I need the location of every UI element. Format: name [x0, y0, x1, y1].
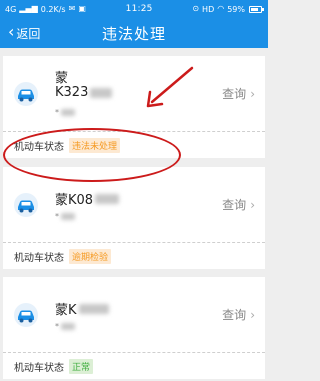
chevron-right-icon: ›: [250, 197, 255, 212]
chevron-right-icon: ›: [250, 86, 255, 101]
query-button[interactable]: 查询 ›: [222, 277, 255, 352]
car-icon: [14, 193, 38, 217]
status-label: 机动车状态: [14, 362, 64, 374]
owner-name: *: [55, 212, 75, 221]
vehicle-card-header[interactable]: 蒙K * 查询 ›: [3, 277, 265, 352]
query-label: 查询: [222, 308, 247, 322]
plate-redacted: [78, 303, 109, 314]
vehicle-status-row: 机动车状态 逾期检验: [3, 242, 265, 269]
vehicle-card: 蒙K08 * 查询 › 机动车状态 逾期检验: [3, 167, 265, 269]
battery-icon: [249, 5, 264, 13]
plate-number-line1: 蒙K08: [55, 189, 120, 208]
owner-prefix: *: [55, 212, 59, 221]
owner-redacted: [61, 109, 75, 116]
chevron-left-icon: ‹: [8, 22, 15, 41]
plate-number-visible: K323: [55, 85, 89, 100]
plate-number-line1: 蒙: [55, 71, 69, 86]
status-badge: 正常: [69, 358, 94, 374]
query-button[interactable]: 查询 ›: [222, 167, 255, 242]
vehicle-status-row: 机动车状态 违法未处理: [3, 131, 265, 158]
car-icon: [14, 82, 38, 106]
vehicle-card-header[interactable]: 蒙 K323 * 查询 ›: [3, 56, 265, 131]
vehicle-card: 蒙K * 查询 › 机动车状态 正常: [3, 277, 265, 379]
battery-percent: 59%: [227, 4, 245, 14]
hd-indicator: HD: [202, 4, 215, 14]
mail-icon: ✉: [68, 4, 76, 13]
status-badge: 逾期检验: [69, 248, 112, 264]
vehicle-status-row: 机动车状态 正常: [3, 352, 265, 379]
owner-redacted: [61, 213, 75, 220]
chevron-right-icon: ›: [250, 307, 255, 322]
back-label: 返回: [16, 26, 41, 41]
plate-number-visible: 蒙K: [55, 303, 77, 318]
plate-redacted: [95, 193, 120, 204]
page-title: 违法处理: [101, 24, 166, 43]
back-button[interactable]: ‹ 返回: [8, 18, 40, 48]
owner-name: *: [55, 322, 75, 331]
vehicle-card: 蒙 K323 * 查询 › 机动车状态 违法未处理: [3, 56, 265, 158]
owner-name: *: [55, 108, 75, 117]
status-badge: 违法未处理: [69, 137, 121, 153]
location-icon: ⊙: [192, 4, 200, 13]
plate-redacted: [90, 87, 113, 98]
status-label: 机动车状态: [14, 252, 64, 264]
car-icon: [14, 303, 38, 327]
owner-redacted: [61, 323, 75, 330]
clock: 11:25: [125, 4, 153, 14]
wifi-icon: ◠: [217, 4, 225, 13]
network-type: 4G: [5, 4, 17, 14]
plate-number-visible: 蒙K08: [55, 193, 94, 208]
image-icon: ▣: [78, 4, 86, 13]
vehicle-card-header[interactable]: 蒙K08 * 查询 ›: [3, 167, 265, 242]
plate-number-line1: 蒙K: [55, 299, 109, 318]
status-label: 机动车状态: [14, 141, 64, 153]
query-label: 查询: [222, 198, 247, 212]
status-bar: 4G ▂▄▆ 0.2K/s ✉ ▣ 11:25 ⊙ HD ◠ 59%: [0, 0, 268, 18]
plate-number-line2: K323: [55, 85, 113, 100]
network-speed: 0.2K/s: [40, 4, 66, 14]
query-button[interactable]: 查询 ›: [222, 56, 255, 131]
owner-prefix: *: [55, 108, 59, 117]
nav-bar: ‹ 返回 违法处理: [0, 18, 268, 48]
signal-icon: ▂▄▆: [19, 4, 38, 13]
owner-prefix: *: [55, 322, 59, 331]
query-label: 查询: [222, 87, 247, 101]
